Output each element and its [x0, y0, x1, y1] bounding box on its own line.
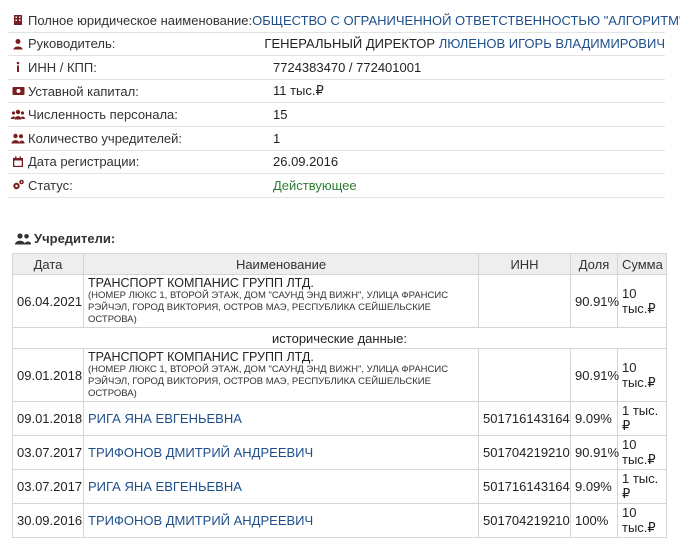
- col-sum: Сумма: [617, 253, 667, 275]
- table-row: 03.07.2017 РИГА ЯНА ЕВГЕНЬЕВНА 501716143…: [12, 469, 667, 504]
- founders-title-text: Учредители:: [34, 231, 116, 246]
- gears-icon: [8, 179, 28, 191]
- director-position: ГЕНЕРАЛЬНЫЙ ДИРЕКТОР: [264, 36, 439, 52]
- history-label: исторические данные:: [12, 327, 667, 349]
- row-inn: 501716143164: [478, 401, 571, 436]
- row-share: 9.09%: [570, 469, 618, 504]
- row-date: 09.01.2018: [12, 348, 84, 402]
- founder-name-link[interactable]: РИГА ЯНА ЕВГЕНЬЕВНА: [88, 479, 242, 494]
- money-icon: [8, 86, 28, 96]
- row-sum: 1 тыс.₽: [617, 401, 667, 436]
- table-row: 06.04.2021 ТРАНСПОРТ КОМПАНИС ГРУПП ЛТД.…: [12, 274, 667, 328]
- capital-value: 11 тыс.₽: [273, 83, 324, 99]
- row-share: 90.91%: [570, 274, 619, 328]
- info-icon: [8, 61, 28, 73]
- full-name-row: Полное юридическое наименование: ОБЩЕСТВ…: [8, 9, 680, 33]
- status-row: Статус: Действующее: [8, 174, 665, 198]
- row-date: 03.07.2017: [12, 435, 84, 470]
- director-label: Руководитель:: [28, 36, 116, 52]
- registration-date-row: Дата регистрации: 26.09.2016: [8, 151, 665, 175]
- table-row: 09.01.2018 РИГА ЯНА ЕВГЕНЬЕВНА 501716143…: [12, 401, 667, 436]
- director-name-link[interactable]: ЛЮЛЕНОВ ИГОРЬ ВЛАДИМИРОВИЧ: [439, 36, 665, 51]
- full-name-label: Полное юридическое наименование:: [28, 12, 253, 28]
- row-inn: [478, 348, 571, 402]
- row-share: 100%: [570, 503, 618, 538]
- row-date: 03.07.2017: [12, 469, 84, 504]
- row-sum: 10 тыс.₽: [617, 435, 667, 470]
- table-row: 30.09.2016 ТРИФОНОВ ДМИТРИЙ АНДРЕЕВИЧ 50…: [12, 503, 667, 538]
- row-date: 30.09.2016: [12, 503, 84, 538]
- row-inn: [478, 274, 571, 328]
- status-label: Статус:: [28, 177, 73, 193]
- row-share: 90.91%: [570, 348, 619, 402]
- founder-address: (НОМЕР ЛЮКС 1, ВТОРОЙ ЭТАЖ, ДОМ "САУНД Э…: [88, 290, 449, 325]
- full-name-value[interactable]: ОБЩЕСТВО С ОГРАНИЧЕННОЙ ОТВЕТСТВЕННОСТЬЮ…: [252, 13, 680, 28]
- row-date: 06.04.2021: [12, 274, 84, 328]
- staff-row: Численность персонала: 15: [8, 103, 665, 127]
- table-row: 03.07.2017 ТРИФОНОВ ДМИТРИЙ АНДРЕЕВИЧ 50…: [12, 435, 667, 470]
- calendar-icon: [8, 156, 28, 168]
- director-row: Руководитель: ГЕНЕРАЛЬНЫЙ ДИРЕКТОР ЛЮЛЕН…: [8, 33, 665, 57]
- table-row: 09.01.2018 ТРАНСПОРТ КОМПАНИС ГРУПП ЛТД.…: [12, 348, 667, 402]
- registration-date-value: 26.09.2016: [273, 154, 339, 170]
- founders-count-row: Количество учредителей: 1: [8, 127, 665, 151]
- row-sum: 1 тыс.₽: [617, 469, 667, 504]
- founders-section-title: Учредители:: [12, 231, 115, 246]
- founders-table: Дата Наименование ИНН Доля Сумма 06.04.2…: [12, 253, 667, 538]
- row-inn: 501716143164: [478, 469, 571, 504]
- founder-name: ТРАНСПОРТ КОМПАНИС ГРУПП ЛТД.: [88, 350, 314, 364]
- founders-count-label: Количество учредителей:: [28, 130, 183, 146]
- inn-kpp-row: ИНН / КПП: 7724383470 / 772401001: [8, 56, 665, 80]
- col-inn: ИНН: [478, 253, 571, 275]
- col-share: Доля: [570, 253, 618, 275]
- users-icon: [12, 232, 34, 245]
- col-name: Наименование: [83, 253, 479, 275]
- row-share: 9.09%: [570, 401, 618, 436]
- user-group-icon: [8, 133, 28, 144]
- row-date: 09.01.2018: [12, 401, 84, 436]
- table-header-row: Дата Наименование ИНН Доля Сумма: [12, 253, 667, 275]
- row-sum: 10 тыс.₽: [617, 348, 667, 402]
- user-tie-icon: [8, 38, 28, 50]
- building-icon: [8, 14, 28, 26]
- inn-kpp-value: 7724383470 / 772401001: [273, 59, 422, 75]
- row-share: 90.91%: [570, 435, 619, 470]
- col-date: Дата: [12, 253, 84, 275]
- founder-name-link[interactable]: РИГА ЯНА ЕВГЕНЬЕВНА: [88, 411, 242, 426]
- history-separator-row: исторические данные:: [12, 327, 667, 349]
- row-sum: 10 тыс.₽: [617, 503, 667, 538]
- row-sum: 10 тыс.₽: [617, 274, 667, 328]
- founder-address: (НОМЕР ЛЮКС 1, ВТОРОЙ ЭТАЖ, ДОМ "САУНД Э…: [88, 364, 449, 399]
- capital-row: Уставной капитал: 11 тыс.₽: [8, 80, 665, 104]
- capital-label: Уставной капитал:: [28, 83, 139, 99]
- row-inn: 501704219210: [478, 435, 571, 470]
- company-info: Полное юридическое наименование: ОБЩЕСТВ…: [8, 9, 680, 198]
- registration-date-label: Дата регистрации:: [28, 154, 140, 170]
- status-value: Действующее: [273, 177, 357, 193]
- row-inn: 501704219210: [478, 503, 571, 538]
- staff-label: Численность персонала:: [28, 107, 178, 123]
- founder-name-link[interactable]: ТРИФОНОВ ДМИТРИЙ АНДРЕЕВИЧ: [88, 445, 313, 460]
- staff-value: 15: [273, 107, 288, 123]
- inn-kpp-label: ИНН / КПП:: [28, 59, 97, 75]
- founder-name: ТРАНСПОРТ КОМПАНИС ГРУПП ЛТД.: [88, 276, 314, 290]
- users-icon: [8, 109, 28, 120]
- founder-name-link[interactable]: ТРИФОНОВ ДМИТРИЙ АНДРЕЕВИЧ: [88, 513, 313, 528]
- founders-count-value: 1: [273, 130, 281, 146]
